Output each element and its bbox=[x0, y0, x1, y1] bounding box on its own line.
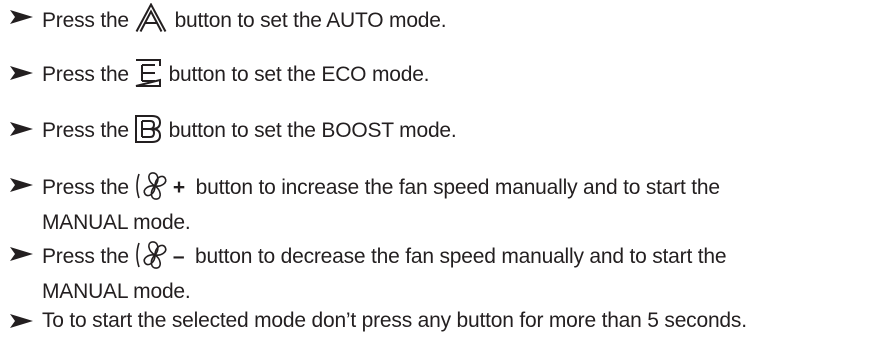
instruction-text-after: button to set the AUTO mode. bbox=[174, 9, 447, 32]
arrowhead-bullet-icon bbox=[10, 115, 42, 143]
auto-mode-icon bbox=[135, 2, 167, 41]
instruction-eco-mode: Press the button to set the ECO mode. bbox=[10, 59, 430, 95]
instruction-text-before: Press the bbox=[42, 245, 129, 268]
instruction-text-before: Press the bbox=[42, 63, 129, 86]
instruction-timeout-note: To to start the selected mode don’t pres… bbox=[10, 307, 747, 335]
instruction-text-line2: MANUAL mode. bbox=[42, 280, 191, 303]
arrowhead-bullet-icon bbox=[10, 307, 42, 335]
minus-sign: – bbox=[172, 245, 185, 268]
instruction-text-after: button to decrease the fan speed manuall… bbox=[195, 245, 727, 268]
instruction-fan-decrease: Press the – button to decrease the fan sp… bbox=[10, 240, 727, 306]
instruction-text-after: button to increase the fan speed manuall… bbox=[195, 176, 720, 199]
instruction-boost-mode: Press the button to set the BOOST mode. bbox=[10, 115, 457, 151]
instruction-text-before: Press the bbox=[42, 176, 129, 199]
instruction-text-after: button to set the ECO mode. bbox=[168, 63, 430, 86]
instruction-text-line2: MANUAL mode. bbox=[42, 211, 191, 234]
fan-icon bbox=[135, 171, 169, 209]
boost-mode-icon bbox=[134, 115, 161, 151]
arrowhead-bullet-icon bbox=[10, 59, 42, 87]
eco-mode-icon bbox=[135, 59, 161, 95]
instruction-auto-mode: Press the button to set the AUTO mode. bbox=[10, 2, 447, 41]
arrowhead-bullet-icon bbox=[10, 171, 42, 199]
fan-icon bbox=[135, 240, 169, 278]
instruction-fan-increase: Press the + button to increase the fan sp… bbox=[10, 171, 720, 237]
arrowhead-bullet-icon bbox=[10, 240, 42, 268]
arrowhead-bullet-icon bbox=[10, 3, 42, 31]
instruction-text-before: Press the bbox=[42, 9, 129, 32]
instruction-text-before: Press the bbox=[42, 119, 129, 142]
instruction-text: To to start the selected mode don’t pres… bbox=[42, 309, 747, 332]
plus-sign: + bbox=[172, 176, 185, 199]
instruction-text-after: button to set the BOOST mode. bbox=[168, 119, 457, 142]
